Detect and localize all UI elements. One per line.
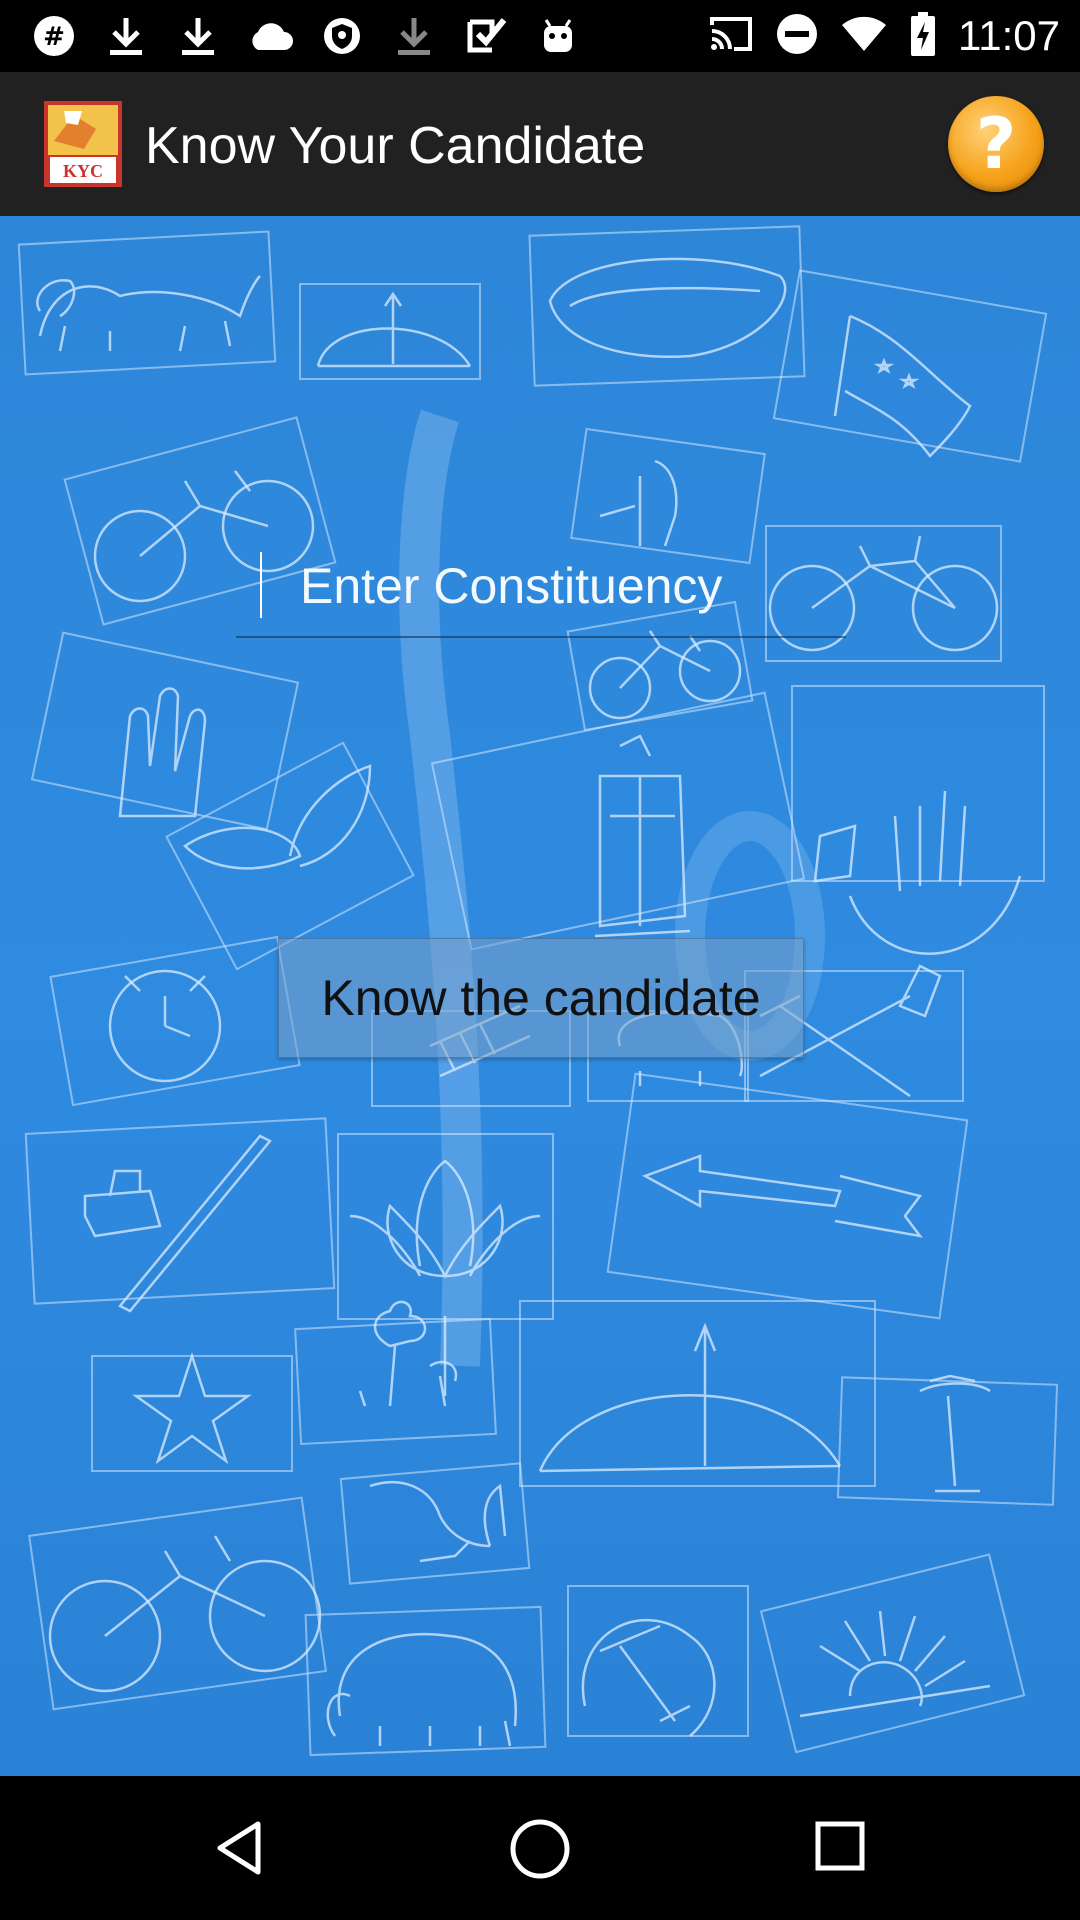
- help-question-icon: ?: [975, 103, 1017, 185]
- app-logo: KYC: [44, 101, 122, 187]
- constituency-input[interactable]: [236, 536, 846, 636]
- status-system-icons: 11:07: [708, 11, 1060, 61]
- know-the-candidate-button[interactable]: Know the candidate: [278, 938, 804, 1058]
- home-circle-icon: [510, 1819, 570, 1879]
- back-triangle-icon: [217, 1821, 261, 1875]
- main-content: Know the candidate: [0, 216, 1080, 1776]
- app-bar: KYC Know Your Candidate ?: [0, 72, 1080, 216]
- checkbox-icon: [462, 12, 510, 60]
- svg-text:KYC: KYC: [63, 161, 103, 181]
- status-notification-icons: #: [30, 12, 582, 60]
- do-not-disturb-icon: [776, 13, 818, 60]
- download-icon: [174, 12, 222, 60]
- constituency-input-container: [236, 536, 846, 646]
- recents-button[interactable]: [810, 1816, 874, 1880]
- cast-icon: [708, 15, 754, 58]
- help-button[interactable]: ?: [948, 96, 1044, 192]
- text-cursor: [260, 552, 262, 618]
- hashtag-icon: #: [30, 12, 78, 60]
- navigation-bar: [0, 1776, 1080, 1920]
- recents-square-icon: [815, 1821, 865, 1871]
- status-time: 11:07: [958, 12, 1060, 59]
- battery-charging-icon: [910, 11, 936, 61]
- svg-text:#: #: [43, 22, 65, 52]
- status-bar: # 11:07: [0, 0, 1080, 72]
- cloud-icon: [246, 12, 294, 60]
- wifi-icon: [840, 15, 888, 58]
- download-icon: [102, 12, 150, 60]
- app-title: Know Your Candidate: [145, 117, 646, 175]
- home-button[interactable]: [507, 1816, 573, 1882]
- android-icon: [534, 12, 582, 60]
- back-button[interactable]: [208, 1816, 272, 1880]
- input-underline: [236, 636, 846, 638]
- vpn-shield-icon: [318, 12, 366, 60]
- download-icon: [390, 12, 438, 60]
